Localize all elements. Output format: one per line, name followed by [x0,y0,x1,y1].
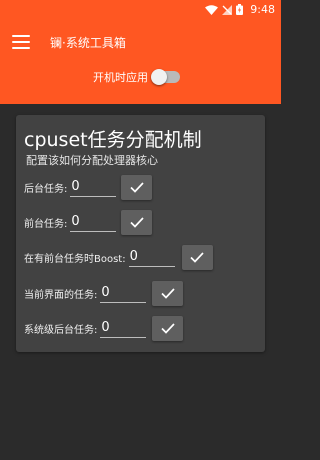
row-background-tasks: 后台任务: 0 [24,174,153,200]
cpuset-card: cpuset任务分配机制 配置该如何分配处理器核心 后台任务: 0 前台任务: … [16,115,265,352]
apply-on-boot-label: 开机时应用 [93,71,148,84]
top-app-tasks-input[interactable]: 0 [100,283,147,303]
foreground-tasks-apply-button[interactable] [121,209,153,235]
check-icon [190,251,204,263]
top-app-boost-input[interactable]: 0 [128,247,175,267]
status-bar: 9:48 [0,0,281,19]
top-app-tasks-apply-button[interactable] [152,280,184,306]
row-system-background-tasks: 系统级后台任务: 0 [24,315,184,341]
switch-knob [151,69,167,85]
check-icon [130,181,144,193]
app-title: 镧·系统工具箱 [50,35,126,50]
system-background-tasks-label: 系统级后台任务: [24,324,98,336]
check-icon [161,287,175,299]
wifi-icon [205,4,219,15]
top-app-boost-apply-button[interactable] [181,244,213,270]
card-subtitle: 配置该如何分配处理器核心 [26,154,158,167]
status-time: 9:48 [250,3,275,16]
card-title: cpuset任务分配机制 [24,129,202,151]
battery-icon [236,4,244,15]
app-bar: 镧·系统工具箱 [0,19,281,65]
row-top-app-boost: 在有前台任务时Boost: 0 [24,244,213,270]
background-tasks-label: 后台任务: [24,183,68,195]
no-signal-icon [222,4,233,15]
foreground-tasks-input[interactable]: 0 [70,212,117,232]
background-tasks-input[interactable]: 0 [70,177,117,197]
app-header: 镧·系统工具箱 开机时应用 [0,19,281,104]
system-background-tasks-input[interactable]: 0 [100,318,147,338]
background-tasks-apply-button[interactable] [121,174,153,200]
apply-on-boot-switch[interactable] [151,69,180,85]
top-app-tasks-label: 当前界面的任务: [24,289,98,301]
check-icon [161,322,175,334]
top-app-boost-label: 在有前台任务时Boost: [24,253,126,265]
menu-icon[interactable] [12,35,30,49]
apply-on-boot-row: 开机时应用 [93,69,180,85]
row-top-app-tasks: 当前界面的任务: 0 [24,280,184,306]
check-icon [130,216,144,228]
foreground-tasks-label: 前台任务: [24,218,68,230]
system-background-tasks-apply-button[interactable] [152,315,184,341]
row-foreground-tasks: 前台任务: 0 [24,209,153,235]
